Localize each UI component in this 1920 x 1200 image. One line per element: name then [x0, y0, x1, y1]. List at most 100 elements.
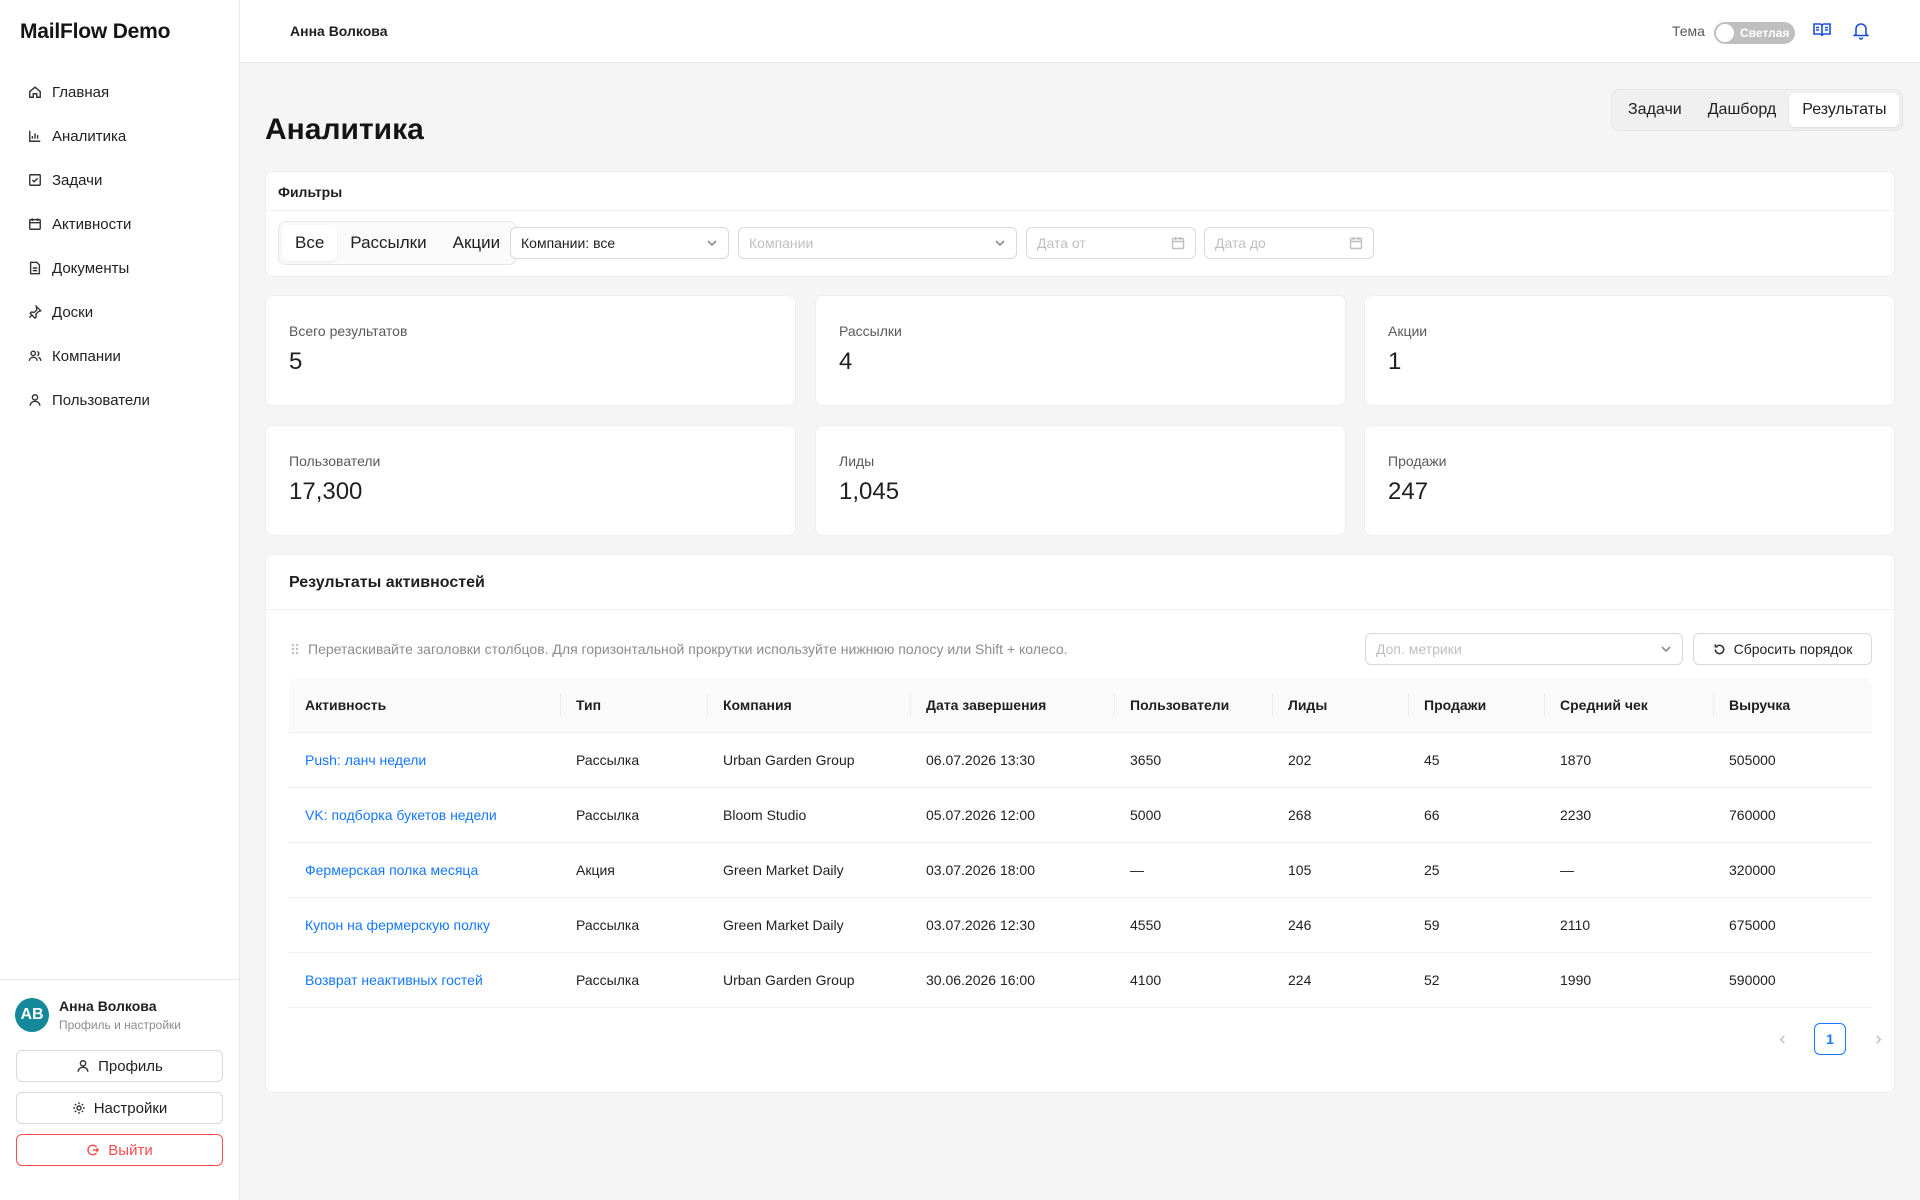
chevron-right-icon — [1875, 1034, 1881, 1044]
drag-hint-text: Перетаскивайте заголовки столбцов. Для г… — [308, 641, 1068, 657]
page-button[interactable]: 1 — [1814, 1023, 1846, 1055]
stat-label: Акции — [1388, 323, 1428, 339]
activity-link[interactable]: VK: подборка букетов недели — [289, 788, 560, 842]
sidebar-item-activities[interactable]: Активности — [0, 202, 239, 246]
column-header-users[interactable]: Пользователи — [1114, 678, 1272, 732]
table-cell-users: 4100 — [1130, 972, 1162, 988]
activity-link[interactable]: Фермерская полка месяца — [289, 843, 560, 897]
type-filter: Все Рассылки Акции — [278, 221, 518, 265]
type-filter-promos[interactable]: Акции — [440, 225, 514, 261]
header-user-name: Анна Волкова — [290, 23, 388, 39]
logout-button[interactable]: Выйти — [16, 1134, 223, 1166]
table-cell-end-date: 05.07.2026 12:00 — [926, 807, 1035, 823]
logout-icon — [87, 1144, 100, 1156]
company-scope-select[interactable]: Компании: все — [510, 227, 729, 259]
tab-results[interactable]: Результаты — [1789, 93, 1900, 127]
sidebar-item-tasks[interactable]: Задачи — [0, 158, 239, 202]
sidebar-item-analytics[interactable]: Аналитика — [0, 114, 239, 158]
column-header-company[interactable]: Компания — [707, 678, 910, 732]
stat-value: 247 — [1388, 478, 1429, 505]
companies-select[interactable]: Компании — [738, 227, 1017, 259]
sidebar-footer: AB Анна Волкова Профиль и настройки Проф… — [0, 979, 239, 1200]
results-table: Активность Тип Компания Дата завершения Поль… — [289, 678, 1872, 1008]
divider — [266, 609, 1894, 610]
sidebar-item-label: Компании — [52, 347, 121, 365]
stat-value: 1,045 — [839, 478, 900, 505]
table-cell-type: Рассылка — [576, 917, 640, 933]
pin-icon — [28, 305, 42, 319]
theme-value: Светлая — [1740, 26, 1790, 40]
stat-card-total: Всего результатов 5 — [265, 295, 796, 406]
stat-label: Пользователи — [289, 453, 381, 469]
theme-toggle[interactable]: Светлая — [1714, 22, 1795, 44]
companies-placeholder: Компании — [749, 235, 814, 251]
filters-title: Фильтры — [278, 184, 343, 200]
results-title: Результаты активностей — [289, 574, 485, 591]
activity-link[interactable]: Возврат неактивных гостей — [289, 953, 560, 1007]
brand-logo[interactable]: MailFlow Demo — [20, 20, 170, 44]
table-cell-sales: 66 — [1424, 807, 1440, 823]
settings-button-label: Настройки — [93, 1099, 168, 1117]
column-header-leads[interactable]: Лиды — [1272, 678, 1408, 732]
sidebar-item-users[interactable]: Пользователи — [0, 378, 239, 422]
table-cell-users: 4550 — [1130, 917, 1162, 933]
column-header-sales[interactable]: Продажи — [1408, 678, 1544, 732]
sidebar-item-boards[interactable]: Доски — [0, 290, 239, 334]
sidebar-item-home[interactable]: Главная — [0, 70, 239, 114]
activity-link[interactable]: Push: ланч недели — [289, 733, 560, 787]
column-header-type[interactable]: Тип — [560, 678, 707, 732]
stat-card-leads: Лиды 1,045 — [815, 425, 1346, 536]
tab-tasks[interactable]: Задачи — [1615, 93, 1695, 127]
table-cell-avg-check: 2110 — [1560, 917, 1591, 933]
results-card: Результаты активностей Перетаскивайте за… — [265, 554, 1895, 1093]
sidebar-item-label: Пользователи — [52, 391, 150, 409]
column-header-avg-check[interactable]: Средний чек — [1544, 678, 1713, 732]
stat-label: Продажи — [1388, 453, 1447, 469]
sidebar-item-companies[interactable]: Компании — [0, 334, 239, 378]
drag-handle-icon — [291, 643, 299, 655]
settings-button[interactable]: Настройки — [16, 1092, 223, 1124]
table-cell-leads: 268 — [1288, 807, 1312, 823]
column-header-revenue[interactable]: Выручка — [1713, 678, 1872, 732]
extra-metrics-placeholder: Доп. метрики — [1376, 641, 1462, 657]
extra-metrics-select[interactable]: Доп. метрики — [1365, 633, 1683, 665]
calendar-icon — [29, 218, 41, 230]
stat-value: 1 — [1388, 348, 1402, 375]
sidebar-item-documents[interactable]: Документы — [0, 246, 239, 290]
column-header-activity[interactable]: Активность — [289, 678, 560, 732]
table-row: Фермерская полка месяца Акция Green Market… — [289, 843, 1872, 898]
user-card[interactable]: AB Анна Волкова Профиль и настройки — [15, 998, 181, 1032]
tab-dashboard[interactable]: Дашборд — [1695, 93, 1790, 127]
table-cell-sales: 59 — [1424, 917, 1440, 933]
logout-button-label: Выйти — [108, 1141, 153, 1159]
table-cell-end-date: 03.07.2026 18:00 — [926, 862, 1035, 878]
docs-icon[interactable] — [1812, 20, 1834, 42]
type-filter-all[interactable]: Все — [282, 225, 338, 261]
table-cell-users: 5000 — [1130, 807, 1162, 823]
profile-button[interactable]: Профиль — [16, 1050, 223, 1082]
sidebar-item-label: Доски — [52, 303, 94, 321]
type-filter-mailings[interactable]: Рассылки — [337, 225, 439, 261]
filters-card: Фильтры Все Рассылки Акции Компании: все… — [265, 171, 1895, 277]
chevron-left-icon — [1779, 1034, 1785, 1044]
column-header-end-date[interactable]: Дата завершения — [910, 678, 1114, 732]
date-to-picker[interactable]: Дата до — [1204, 227, 1374, 259]
stat-card-promos: Акции 1 — [1364, 295, 1895, 406]
prev-page-button[interactable] — [1766, 1023, 1798, 1055]
reset-order-button[interactable]: Сбросить порядок — [1693, 633, 1872, 665]
table-cell-avg-check: 2230 — [1560, 807, 1592, 823]
date-from-picker[interactable]: Дата от — [1026, 227, 1196, 259]
sidebar-item-label: Документы — [52, 259, 130, 277]
table-cell-end-date: 30.06.2026 16:00 — [926, 972, 1035, 988]
sidebar-item-label: Активности — [52, 215, 132, 233]
sidebar-item-label: Аналитика — [52, 127, 127, 145]
table-cell-sales: 52 — [1424, 972, 1440, 988]
next-page-button[interactable] — [1862, 1023, 1894, 1055]
stat-value: 4 — [839, 348, 853, 375]
stat-card-sales: Продажи 247 — [1364, 425, 1895, 536]
activity-link[interactable]: Купон на фермерскую полку — [289, 898, 560, 952]
bell-icon[interactable] — [1851, 20, 1873, 42]
table-cell-avg-check: — — [1560, 862, 1574, 878]
toggle-knob — [1716, 24, 1734, 42]
table-row: Купон на фермерскую полку Рассылка Green M… — [289, 898, 1872, 953]
